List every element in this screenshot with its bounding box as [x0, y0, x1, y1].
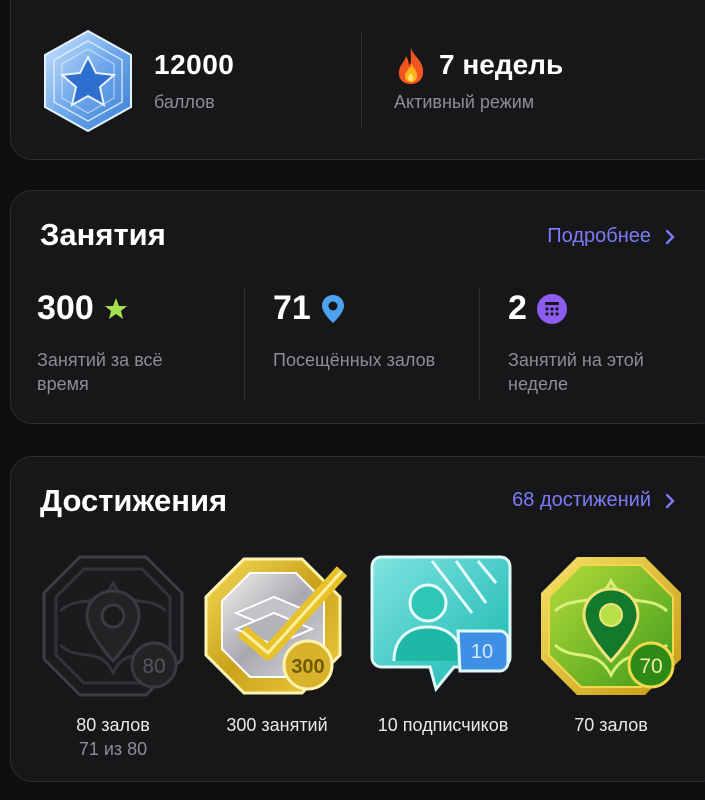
badge-number: 300 [291, 656, 324, 678]
stat-week-value: 2 [508, 289, 527, 327]
achievements-card: Достижения 68 достижений 80 80 залов 71 … [10, 456, 705, 782]
classes-card: Занятия Подробнее 300 Занятий за всё вре… [10, 190, 705, 424]
divider [244, 288, 245, 400]
points-value: 12000 [154, 49, 235, 80]
achievement-name: 70 залов [574, 715, 648, 735]
achievement-progress: 71 из 80 [78, 739, 148, 759]
chevron-right-icon [665, 229, 675, 244]
gold-check-badge-icon: 300 [204, 557, 348, 695]
divider [479, 288, 480, 400]
badge-number: 70 [639, 655, 662, 678]
achievement-300-classes[interactable]: 300 300 занятий [202, 553, 352, 737]
star-icon [104, 297, 127, 319]
classes-more-label: Подробнее [547, 225, 651, 247]
achievement-10-followers[interactable]: 10 10 подписчиков [368, 553, 518, 737]
stat-total-label: Занятий за всё время [37, 350, 163, 394]
gym-badge-green-icon: 70 [541, 557, 681, 695]
followers-badge-icon: 10 [370, 555, 512, 693]
points-label: баллов [154, 92, 215, 112]
achievements-title: Достижения [40, 483, 228, 518]
stat-visited-label: Посещённых залов [273, 350, 436, 370]
stat-this-week: 2 Занятий на этой неделе [508, 289, 683, 396]
streak-label: Активный режим [394, 92, 535, 112]
streak-value: 7 недель [439, 49, 564, 80]
chevron-right-icon [665, 493, 675, 508]
stat-week-label: Занятий на этой неделе [508, 350, 644, 394]
achievement-80-gyms[interactable]: 80 80 залов 71 из 80 [38, 553, 188, 761]
classes-more-link[interactable]: Подробнее [547, 225, 675, 248]
divider [361, 31, 362, 129]
stat-visited-value: 71 [273, 289, 311, 327]
badge-number: 10 [471, 641, 493, 663]
achievements-count-label: 68 достижений [512, 489, 651, 511]
badge-number: 80 [142, 655, 165, 678]
achievements-count-link[interactable]: 68 достижений [512, 489, 675, 512]
points-star-badge-icon [44, 29, 132, 133]
achievement-name: 10 подписчиков [377, 715, 509, 735]
gym-badge-locked-icon: 80 [42, 555, 184, 697]
summary-card: 12000 баллов 7 недель Активный режим [10, 0, 705, 160]
calendar-icon [536, 293, 567, 324]
stat-total-value: 300 [37, 289, 94, 327]
achievement-name: 300 занятий [226, 715, 328, 735]
classes-title: Занятия [40, 217, 166, 252]
stat-visited-gyms: 71 Посещённых залов [273, 289, 448, 372]
location-pin-icon [321, 294, 344, 323]
fire-icon [398, 48, 424, 84]
achievement-name: 80 залов [76, 715, 150, 735]
stat-total-classes: 300 Занятий за всё время [37, 289, 212, 396]
achievement-70-gyms[interactable]: 70 70 залов [536, 553, 686, 737]
